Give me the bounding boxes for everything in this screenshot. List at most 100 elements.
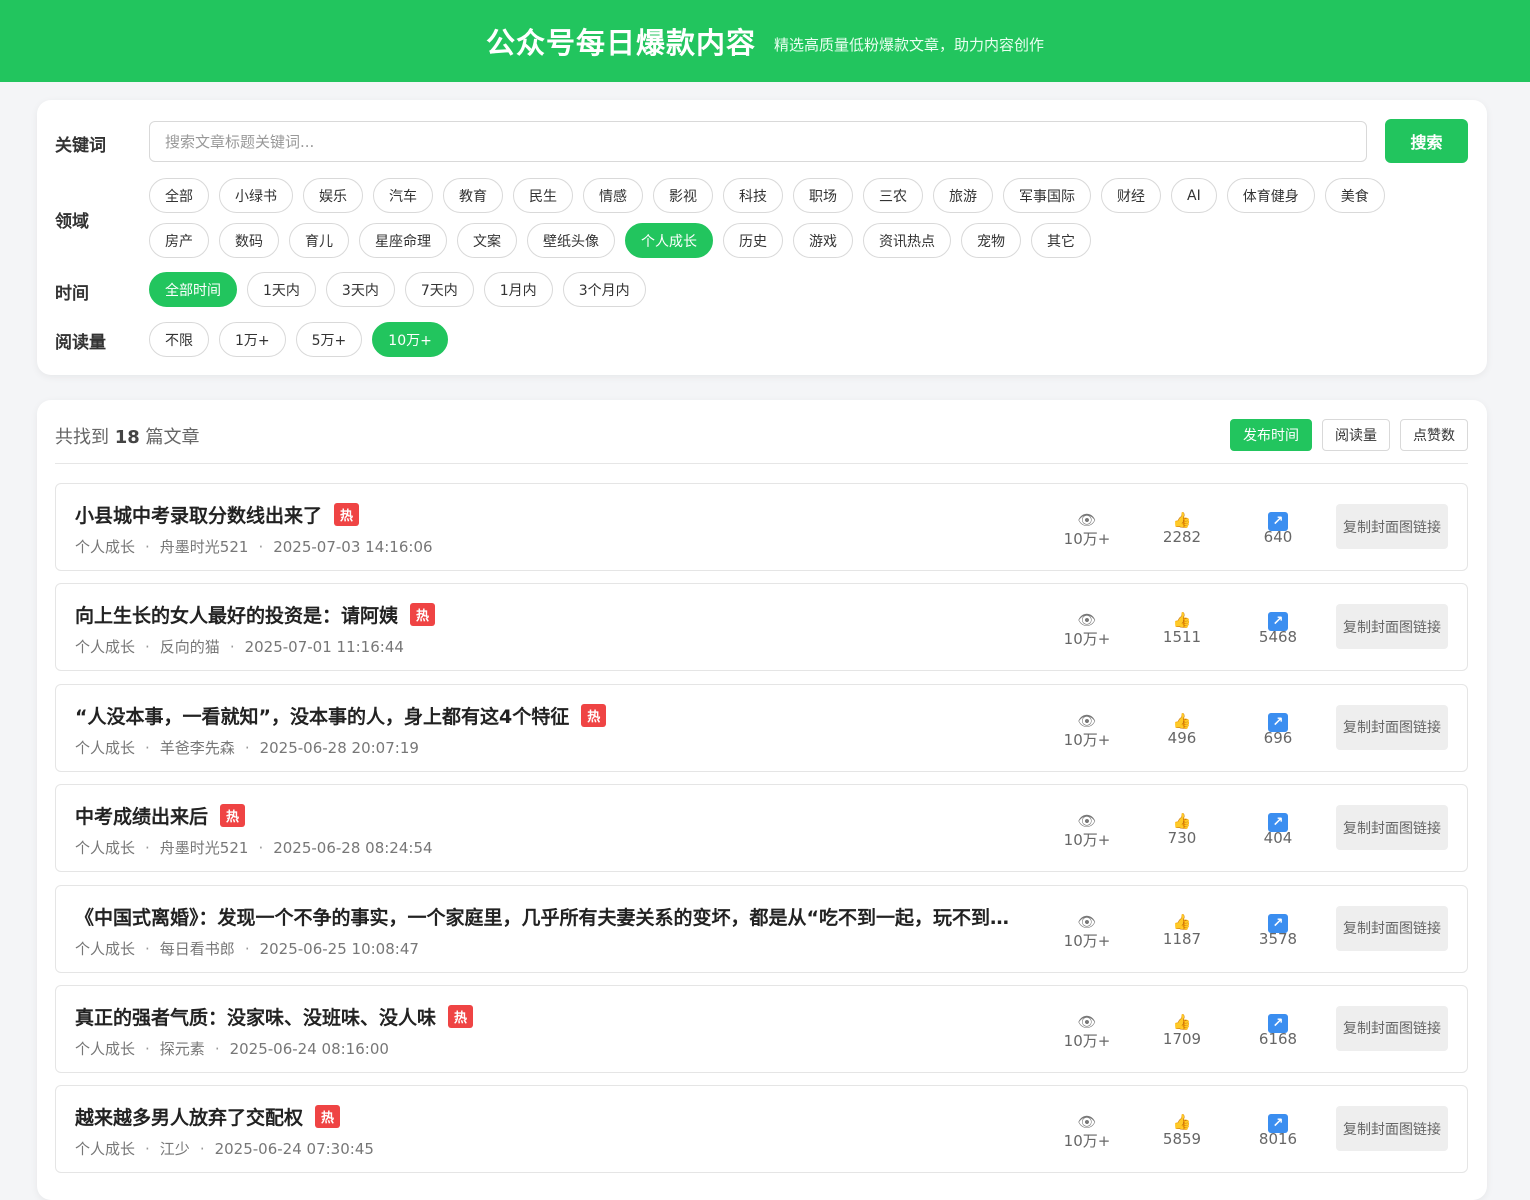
page-subtitle: 精选高质量低粉爆款文章，助力内容创作 — [774, 35, 1045, 54]
likes-stat: 👍 1511 — [1142, 610, 1222, 646]
meta-separator: · — [145, 1039, 150, 1058]
article-row[interactable]: 小县城中考录取分数线出来了热个人成长 · 舟墨时光521 · 2025-07-03 14… — [55, 483, 1468, 571]
domain-chip-20[interactable]: 星座命理 — [359, 223, 447, 258]
domain-chip-3[interactable]: 汽车 — [373, 178, 433, 213]
article-date: 2025-07-03 14:16:06 — [273, 538, 433, 556]
article-category: 个人成长 — [75, 638, 136, 657]
sort-button-1[interactable]: 阅读量 — [1322, 419, 1390, 451]
likes-stat: 👍 5859 — [1142, 1112, 1222, 1148]
domain-chip-17[interactable]: 房产 — [149, 223, 209, 258]
sort-button-0[interactable]: 发布时间 — [1230, 419, 1312, 451]
domain-chip-6[interactable]: 情感 — [583, 178, 643, 213]
copy-cover-link-button[interactable]: 复制封面图链接 — [1336, 604, 1448, 650]
domain-chip-1[interactable]: 小绿书 — [219, 178, 293, 213]
domain-chip-15[interactable]: 体育健身 — [1226, 178, 1315, 213]
time-chip-4[interactable]: 1月内 — [483, 272, 553, 307]
domain-chip-4[interactable]: 教育 — [443, 178, 503, 213]
article-title[interactable]: 向上生长的女人最好的投资是：请阿姨 — [75, 601, 398, 628]
domain-chip-23[interactable]: 个人成长 — [625, 223, 713, 258]
time-chip-1[interactable]: 1天内 — [247, 272, 316, 307]
domain-chip-0[interactable]: 全部 — [149, 178, 209, 213]
shares-count: 696 — [1263, 728, 1293, 747]
copy-cover-link-button[interactable]: 复制封面图链接 — [1336, 704, 1448, 750]
eye-icon: 👁 — [1077, 511, 1097, 529]
domain-chip-12[interactable]: 军事国际 — [1003, 178, 1091, 213]
article-row[interactable]: 真正的强者气质：没家味、没班味、没人味热个人成长 · 探元素 · 2025-06-24 … — [55, 984, 1468, 1073]
reads-chip-1[interactable]: 1万+ — [219, 322, 286, 357]
page-title: 公众号每日爆款内容 — [485, 26, 756, 60]
domain-chip-25[interactable]: 游戏 — [793, 223, 853, 258]
copy-cover-link-button[interactable]: 复制封面图链接 — [1336, 504, 1448, 549]
domain-chip-16[interactable]: 美食 — [1324, 178, 1385, 213]
domain-chip-27[interactable]: 宠物 — [961, 223, 1021, 258]
domain-chip-28[interactable]: 其它 — [1031, 223, 1091, 258]
domain-chip-21[interactable]: 文案 — [457, 223, 517, 258]
article-row[interactable]: 越来越多男人放弃了交配权热个人成长 · 江少 · 2025-06-24 07:30:45… — [55, 1085, 1468, 1174]
article-category: 个人成长 — [75, 538, 136, 556]
article-row[interactable]: 向上生长的女人最好的投资是：请阿姨热个人成长 · 反向的猫 · 2025-07-01 1… — [55, 583, 1468, 672]
copy-cover-link-button[interactable]: 复制封面图链接 — [1336, 1005, 1448, 1051]
time-chip-3[interactable]: 7天内 — [404, 272, 474, 307]
share-icon-wrap: ↗ — [1238, 1012, 1318, 1033]
reads-filter-group: 不限 1万+ 5万+ 10万+ — [149, 322, 1439, 357]
results-count-number: 18 — [114, 427, 140, 448]
article-title-wrap: 中考成绩出来后热 — [75, 802, 246, 829]
domain-chip-18[interactable]: 数码 — [219, 223, 279, 258]
likes-stat: 👍 730 — [1142, 811, 1222, 847]
domain-chip-13[interactable]: 财经 — [1101, 178, 1161, 213]
time-chip-5[interactable]: 3个月内 — [562, 272, 646, 307]
results-count-suffix: 篇文章 — [145, 427, 200, 448]
article-author: 羊爸李先森 — [159, 738, 235, 757]
domain-chip-10[interactable]: 三农 — [863, 178, 923, 213]
domain-chip-11[interactable]: 旅游 — [933, 178, 993, 213]
share-icon-wrap: ↗ — [1238, 912, 1318, 933]
time-chip-2[interactable]: 3天内 — [325, 272, 395, 307]
domain-chip-26[interactable]: 资讯热点 — [863, 223, 951, 258]
article-row[interactable]: “人没本事，一看就知”，没本事的人，身上都有这4个特征热个人成长 · 羊爸李先森 · 2… — [55, 683, 1468, 772]
article-author: 探元素 — [159, 1039, 205, 1058]
domain-chip-5[interactable]: 民生 — [513, 178, 573, 213]
reads-chip-3[interactable]: 10万+ — [372, 322, 448, 357]
likes-count: 496 — [1167, 728, 1197, 747]
results-header: 共找到 18 篇文章 发布时间 阅读量 点赞数 — [55, 400, 1468, 464]
meta-separator: · — [258, 538, 264, 556]
views-stat: 👁 10万+ — [1047, 1012, 1127, 1051]
search-input[interactable] — [149, 121, 1367, 162]
article-title[interactable]: 真正的强者气质：没家味、没班味、没人味 — [75, 1003, 436, 1030]
likes-stat: 👍 2282 — [1142, 510, 1222, 546]
domain-chip-9[interactable]: 职场 — [793, 178, 853, 213]
domain-chip-22[interactable]: 壁纸头像 — [527, 223, 615, 258]
copy-cover-link-button[interactable]: 复制封面图链接 — [1336, 805, 1448, 851]
article-date: 2025-06-28 08:24:54 — [273, 839, 433, 858]
views-stat: 👁 10万+ — [1047, 1112, 1127, 1151]
article-date: 2025-06-24 08:16:00 — [229, 1039, 389, 1058]
shares-stat: ↗ 3578 — [1238, 912, 1318, 948]
domain-chip-7[interactable]: 影视 — [653, 178, 713, 213]
copy-cover-link-button[interactable]: 复制封面图链接 — [1336, 905, 1448, 951]
domain-chip-8[interactable]: 科技 — [723, 178, 783, 213]
article-title[interactable]: 《中国式离婚》：发现一个不争的事实，一个家庭里，几乎所有夫妻关系的变坏，都是从“… — [75, 903, 1015, 930]
article-row[interactable]: 中考成绩出来后热个人成长 · 舟墨时光521 · 2025-06-28 08:24:54… — [55, 784, 1468, 873]
time-chip-0[interactable]: 全部时间 — [149, 272, 237, 307]
meta-separator: · — [229, 638, 235, 657]
article-title[interactable]: 小县城中考录取分数线出来了 — [75, 501, 322, 528]
domain-filter-group: 全部 小绿书 娱乐 汽车 教育 民生 情感 影视 科技 职场 三农 旅游 军事国际 财经 AI 体育健身 美食房… — [149, 178, 1439, 258]
share-icon-wrap: ↗ — [1238, 610, 1318, 632]
shares-count: 5468 — [1258, 628, 1298, 647]
article-title[interactable]: 中考成绩出来后 — [75, 802, 208, 829]
sort-button-2[interactable]: 点赞数 — [1400, 419, 1468, 451]
article-title[interactable]: “人没本事，一看就知”，没本事的人，身上都有这4个特征 — [75, 702, 569, 729]
copy-cover-link-button[interactable]: 复制封面图链接 — [1336, 1106, 1448, 1152]
article-row[interactable]: 《中国式离婚》：发现一个不争的事实，一个家庭里，几乎所有夫妻关系的变坏，都是从“… — [55, 884, 1468, 973]
domain-chip-2[interactable]: 娱乐 — [303, 178, 363, 213]
reads-chip-2[interactable]: 5万+ — [295, 322, 363, 357]
domain-chip-19[interactable]: 育儿 — [289, 223, 349, 258]
meta-separator: · — [145, 939, 150, 958]
domain-chip-24[interactable]: 历史 — [723, 223, 783, 258]
search-button[interactable]: 搜索 — [1385, 119, 1468, 163]
domain-chip-14[interactable]: AI — [1171, 178, 1217, 213]
article-title[interactable]: 越来越多男人放弃了交配权 — [75, 1103, 303, 1130]
article-meta: 个人成长 · 舟墨时光521 · 2025-06-28 08:24:54 — [75, 837, 433, 858]
reads-chip-0[interactable]: 不限 — [149, 322, 209, 357]
shares-count: 404 — [1263, 829, 1293, 848]
